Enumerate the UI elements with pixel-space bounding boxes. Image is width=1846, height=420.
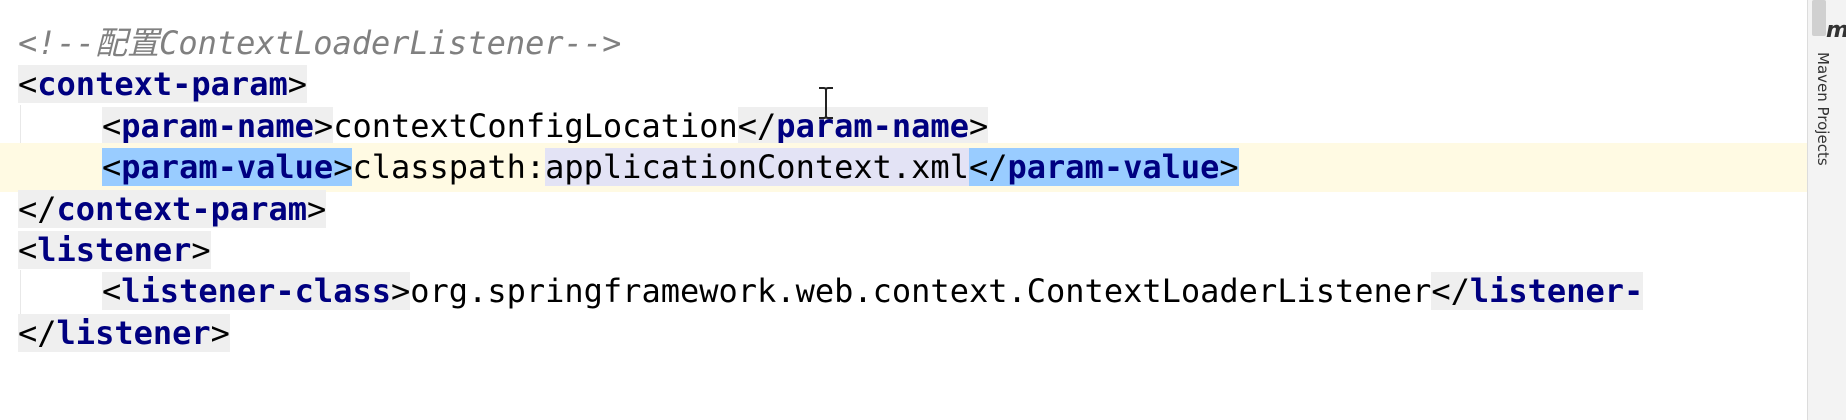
- context-param-open-tag: <context-param>: [18, 65, 307, 103]
- param-name-close-tag: </param-name>: [737, 107, 989, 145]
- maven-icon[interactable]: m: [1826, 18, 1846, 43]
- param-value-file: applicationContext.xml: [545, 148, 969, 186]
- param-name-open-tag: <param-name>: [102, 107, 334, 145]
- text-cursor-icon: [819, 87, 833, 119]
- param-name-value: contextConfigLocation: [333, 107, 738, 145]
- maven-projects-tab[interactable]: Maven Projects: [1814, 52, 1832, 166]
- right-tool-window-bar: m Maven Projects: [1807, 0, 1846, 420]
- code-editor[interactable]: <!--配置ContextLoaderListener--> <context-…: [0, 0, 1808, 420]
- listener-class-close-tag: </listener-: [1431, 272, 1644, 310]
- listener-class-open-tag: <listener-class>: [102, 272, 411, 310]
- listener-close-tag: </listener>: [18, 314, 230, 352]
- param-value-open-tag: <param-value>: [102, 148, 353, 186]
- xml-comment: <!--配置ContextLoaderListener-->: [18, 24, 622, 62]
- code-line-8[interactable]: </listener>: [0, 309, 1808, 358]
- context-param-close-tag: </context-param>: [18, 190, 327, 228]
- listener-open-tag: <listener>: [18, 231, 211, 269]
- param-value-close-tag: </param-value>: [968, 148, 1239, 186]
- listener-class-value: org.springframework.web.context.ContextL…: [410, 272, 1432, 310]
- param-value-prefix: classpath:: [352, 148, 546, 186]
- scrollbar-thumb[interactable]: [1812, 0, 1826, 36]
